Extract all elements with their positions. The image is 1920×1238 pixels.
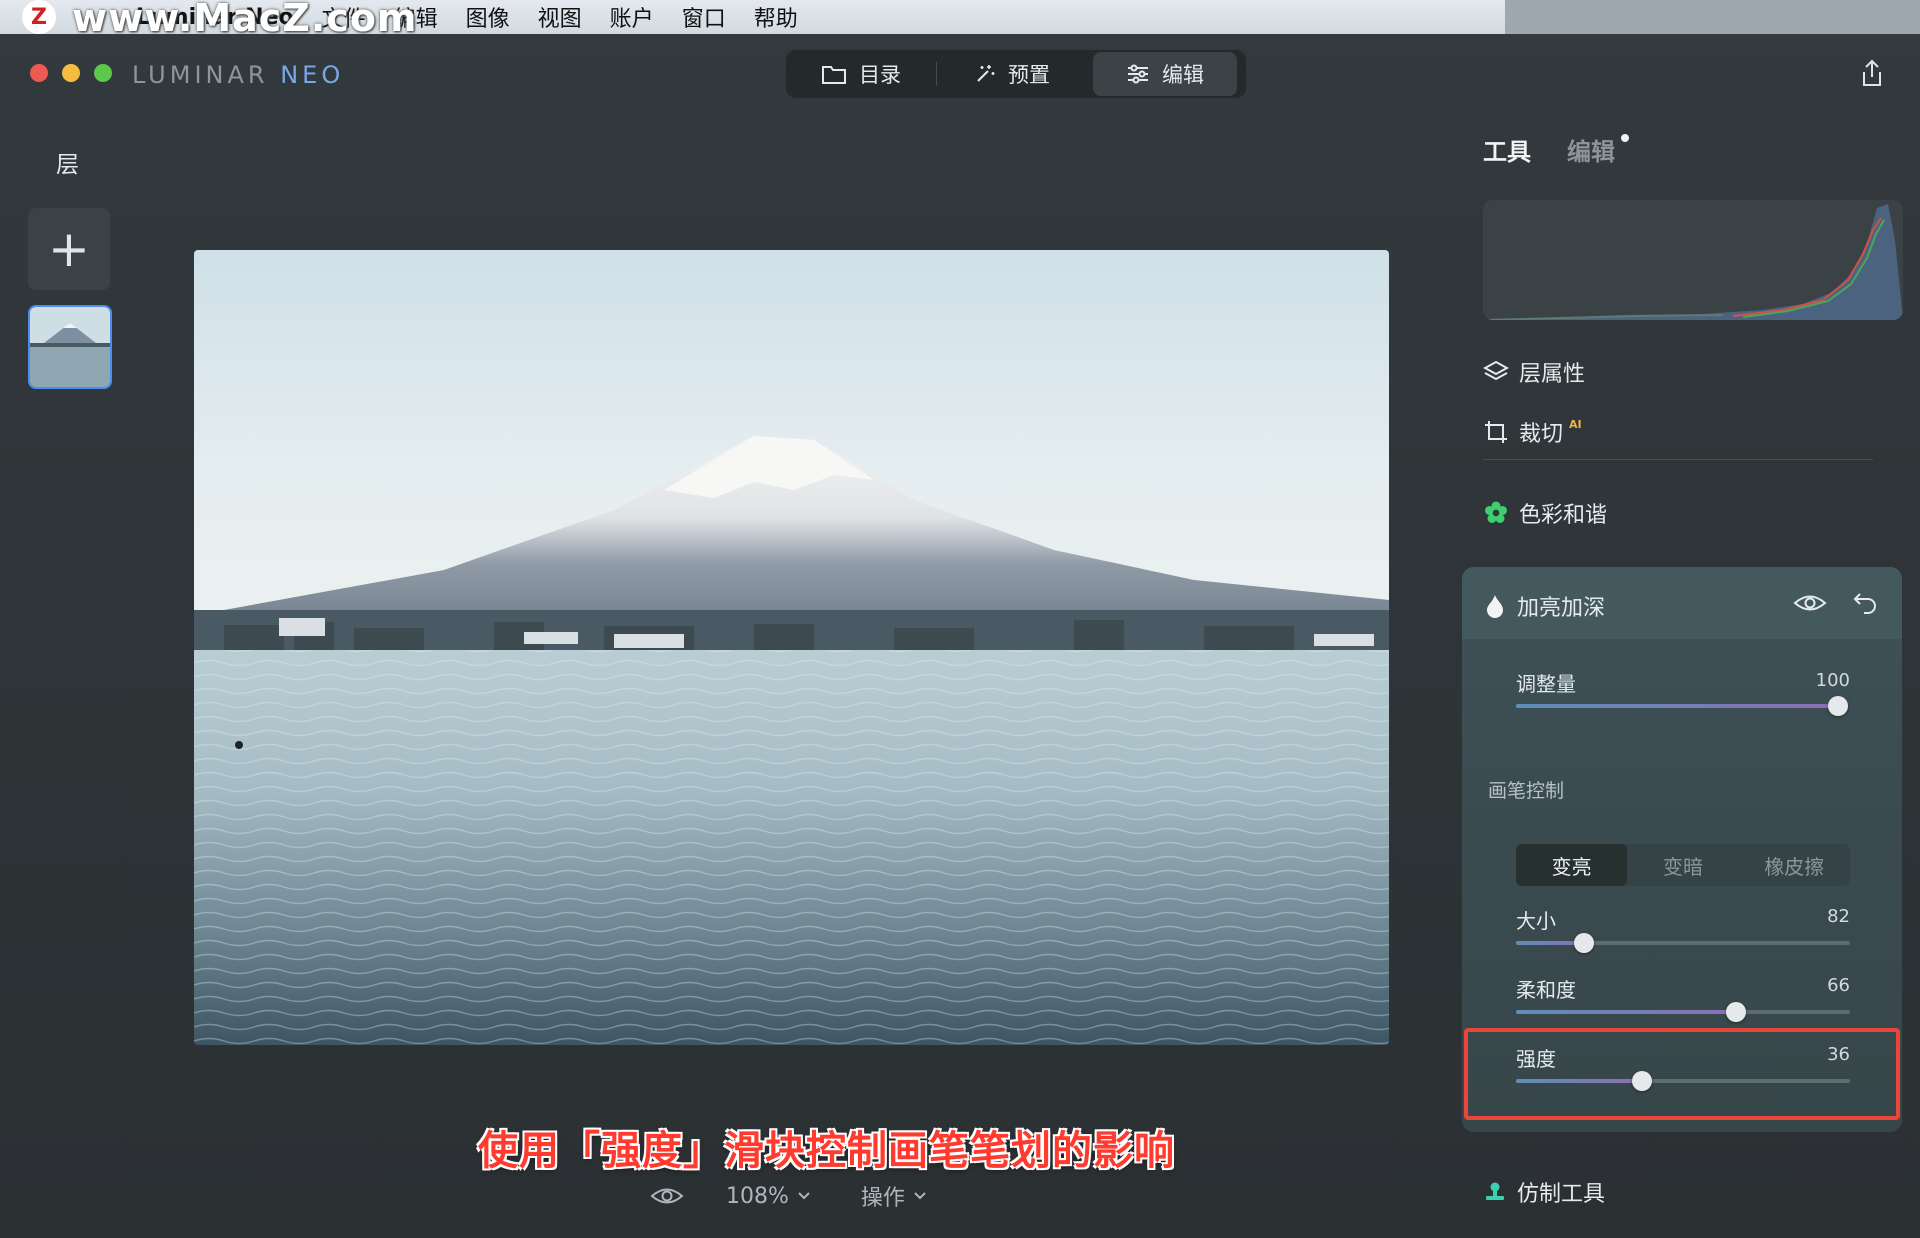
tutorial-caption: 使用「强度」滑块控制画笔笔划的影响 [478, 1128, 1175, 1174]
menu-view[interactable]: 视图 [538, 1, 582, 33]
undo-icon [1853, 593, 1876, 614]
tab-catalog[interactable]: 目录 [786, 52, 936, 96]
share-button[interactable] [1858, 58, 1886, 88]
eye-icon [1793, 595, 1827, 611]
amount-track-fill [1516, 704, 1838, 708]
tab-edit[interactable]: 编辑 [1093, 52, 1237, 96]
menubar-right-area [1505, 0, 1920, 34]
menu-window[interactable]: 窗口 [682, 1, 726, 33]
preview-toggle[interactable] [650, 1185, 684, 1207]
layer-thumbnail[interactable] [28, 305, 112, 389]
flame-icon [1487, 595, 1503, 618]
tab-edit-label: 编辑 [1162, 63, 1204, 87]
brand-main: LUMINAR [132, 61, 269, 89]
add-layer-button[interactable]: + [28, 208, 110, 290]
clone-stamp-icon [1486, 1182, 1504, 1200]
macz-logo-icon: Z [22, 0, 56, 34]
tool-crop[interactable]: 裁切 AI [1483, 416, 1582, 448]
mount-fuji-photo [194, 250, 1389, 1045]
brush-mode-eraser[interactable]: 橡皮擦 [1739, 844, 1850, 886]
reset-button[interactable] [1852, 590, 1878, 618]
tools-divider [1483, 459, 1873, 460]
right-panel-tabs: 工具 编辑 [1483, 132, 1629, 167]
tool-color-harmony[interactable]: 色彩和谐 [1483, 497, 1607, 529]
tab-tools[interactable]: 工具 [1483, 132, 1531, 167]
watermark-text: www.MacZ.com [72, 0, 418, 40]
magic-wand-icon [977, 65, 995, 82]
flower-icon [1485, 501, 1507, 523]
amount-slider-thumb[interactable] [1828, 696, 1848, 716]
folder-icon [822, 66, 846, 84]
ai-badge: AI [1569, 417, 1582, 431]
strength-highlight-box [1464, 1028, 1900, 1120]
main-photo-canvas[interactable] [194, 250, 1389, 1045]
brush-mode-selector: 变亮 变暗 橡皮擦 [1516, 844, 1850, 886]
size-label: 大小 [1516, 909, 1556, 933]
brush-mode-darken[interactable]: 变暗 [1627, 844, 1738, 886]
crop-icon [1485, 421, 1507, 443]
tool-color-harmony-label: 色彩和谐 [1519, 503, 1608, 528]
app-logo: LUMINAR NEO [132, 61, 344, 89]
tool-layer-properties[interactable]: 层属性 [1483, 356, 1585, 388]
visibility-toggle[interactable] [1793, 592, 1827, 618]
brush-control-label: 画笔控制 [1488, 780, 1565, 802]
menubar: Z www.MacZ.com Luminar Neo 文件 编辑 图像 视图 账… [0, 0, 1505, 40]
size-slider-thumb[interactable] [1574, 933, 1594, 953]
tool-layer-properties-label: 层属性 [1519, 362, 1586, 387]
amount-value: 100 [1815, 670, 1850, 691]
menu-image[interactable]: 图像 [466, 1, 510, 33]
histogram [1483, 200, 1903, 320]
softness-slider-thumb[interactable] [1726, 1002, 1746, 1022]
menu-account[interactable]: 账户 [610, 1, 654, 33]
layer-thumbnail-image [30, 307, 110, 387]
dodge-burn-title[interactable]: 加亮加深 [1483, 590, 1605, 622]
bottom-toolbar: 108% 操作 [650, 1178, 927, 1214]
amount-label: 调整量 [1516, 672, 1576, 696]
actions-dropdown[interactable]: 操作 [861, 1180, 927, 1212]
size-value: 82 [1827, 906, 1850, 927]
minimize-window-button[interactable] [62, 64, 80, 82]
layers-title: 层 [56, 152, 79, 178]
plus-icon: + [48, 220, 90, 278]
layers-icon [1483, 360, 1509, 381]
close-window-button[interactable] [30, 64, 48, 82]
tab-catalog-label: 目录 [859, 63, 901, 87]
tool-crop-label: 裁切 [1519, 422, 1564, 447]
edits-indicator-dot [1621, 134, 1629, 142]
tool-clone-label: 仿制工具 [1517, 1182, 1606, 1207]
tab-presets[interactable]: 预置 [937, 52, 1087, 96]
tab-presets-label: 预置 [1008, 63, 1050, 87]
histogram-graph [1483, 204, 1903, 320]
chevron-down-icon [914, 1192, 926, 1200]
actions-label: 操作 [860, 1186, 905, 1211]
dodge-burn-title-label: 加亮加深 [1517, 596, 1606, 621]
tab-edits[interactable]: 编辑 [1567, 132, 1629, 167]
menu-help[interactable]: 帮助 [754, 1, 798, 33]
zoom-window-button[interactable] [94, 64, 112, 82]
softness-label: 柔和度 [1516, 978, 1576, 1002]
sliders-icon [1128, 64, 1148, 84]
softness-value: 66 [1827, 975, 1850, 996]
tab-edits-label: 编辑 [1567, 138, 1615, 166]
main-mode-tabs: 目录 预置 编辑 [786, 50, 1246, 98]
chevron-down-icon [798, 1192, 810, 1200]
share-icon [1863, 59, 1881, 86]
brand-accent: NEO [280, 61, 345, 89]
eye-icon [650, 1188, 684, 1204]
zoom-dropdown[interactable]: 108% [726, 1184, 811, 1209]
brush-mode-lighten[interactable]: 变亮 [1516, 844, 1628, 886]
softness-track-fill [1516, 1010, 1736, 1014]
tool-clone[interactable]: 仿制工具 [1483, 1176, 1605, 1208]
zoom-value: 108% [726, 1183, 789, 1209]
